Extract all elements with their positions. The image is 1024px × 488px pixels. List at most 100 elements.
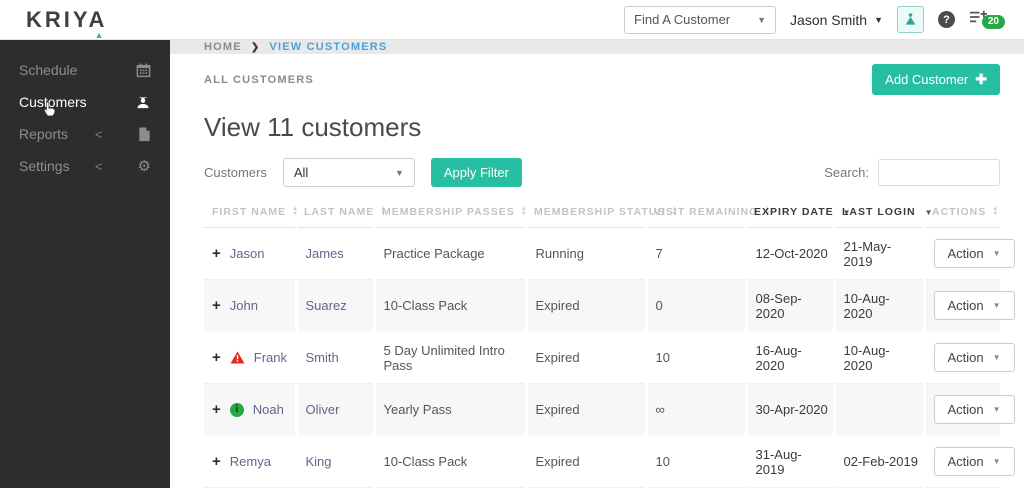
report-icon	[138, 126, 151, 142]
action-button[interactable]: Action ▼	[933, 395, 1015, 424]
sidebar-item-schedule[interactable]: Schedule	[0, 54, 170, 86]
chevron-down-icon: ▼	[992, 457, 1001, 466]
expand-row-icon[interactable]: +	[212, 349, 221, 366]
last-login	[832, 383, 924, 436]
table-row: + Jason James Practice Package Running 7…	[204, 227, 1015, 280]
user-name: Jason Smith	[790, 11, 868, 28]
add-customer-button[interactable]: Add Customer ✚	[872, 64, 1000, 95]
first-name[interactable]: John	[230, 298, 258, 313]
header-actions[interactable]: ACTIONS ▲ ▼	[932, 206, 998, 218]
apply-filter-button[interactable]: Apply Filter	[430, 158, 522, 187]
visits-remaining: 7	[644, 227, 746, 280]
last-name[interactable]: Oliver	[306, 402, 340, 417]
membership-pass: Yearly Pass	[372, 383, 526, 436]
breadcrumb-home[interactable]: HOME	[204, 41, 242, 53]
customers-filter-select[interactable]: All ▼	[282, 158, 415, 187]
table-row: + Remya King 10-Class Pack Expired 10 31…	[204, 435, 1015, 488]
notification-badge: 20	[981, 14, 1005, 29]
membership-status: Expired	[524, 279, 646, 332]
visits-remaining: 10	[644, 435, 746, 488]
membership-status: Expired	[524, 331, 646, 384]
last-name[interactable]: Smith	[306, 350, 339, 365]
visits-remaining: 0	[644, 279, 746, 332]
expiry-date: 08-Sep-2020	[744, 279, 834, 332]
membership-status: Expired	[524, 383, 646, 436]
first-name[interactable]: Jason	[230, 246, 265, 261]
sidebar-item-settings[interactable]: Settings < ⚙	[0, 150, 170, 182]
meditation-icon-button[interactable]	[897, 6, 924, 33]
info-icon: i	[229, 402, 244, 417]
membership-status: Expired	[524, 435, 646, 488]
sidebar-item-reports[interactable]: Reports <	[0, 118, 170, 150]
header-first-name[interactable]: FIRST NAME ▲ ▼	[212, 206, 298, 218]
last-name[interactable]: King	[306, 454, 332, 469]
sidebar-item-label: Settings	[19, 158, 70, 174]
action-button[interactable]: Action ▼	[933, 447, 1015, 476]
last-login: 21-May-2019	[832, 227, 924, 280]
expand-row-icon[interactable]: +	[212, 297, 221, 314]
expiry-date: 12-Oct-2020	[744, 227, 834, 280]
user-menu[interactable]: Jason Smith ▼	[790, 12, 883, 28]
sort-icon: ▲ ▼	[992, 206, 1000, 217]
header-last-name[interactable]: LAST NAME ▲ ▼	[304, 206, 386, 218]
visits-remaining: 10	[644, 331, 746, 384]
action-button[interactable]: Action ▼	[933, 239, 1015, 268]
action-button[interactable]: Action ▼	[933, 343, 1015, 372]
action-button[interactable]: Action ▼	[933, 291, 1015, 320]
expiry-date: 30-Apr-2020	[744, 383, 834, 436]
first-name[interactable]: Frank	[254, 350, 287, 365]
logo-text: KRIYA	[26, 6, 108, 32]
help-icon[interactable]: ?	[938, 11, 955, 28]
last-name[interactable]: Suarez	[306, 298, 347, 313]
chevron-collapse-icon: <	[95, 126, 103, 142]
header-expiry-date[interactable]: EXPIRY DATE ▼	[754, 206, 851, 218]
expand-row-icon[interactable]: +	[212, 401, 221, 418]
expand-row-icon[interactable]: +	[212, 453, 221, 470]
sidebar-item-label: Reports	[19, 126, 69, 142]
membership-pass: 10-Class Pack	[372, 435, 526, 488]
chevron-right-icon: ❯	[250, 41, 261, 53]
membership-pass: Practice Package	[372, 227, 526, 280]
sidebar-item-label: Schedule	[19, 62, 78, 78]
sort-icon: ▲ ▼	[520, 206, 528, 217]
add-customer-label: Add Customer	[885, 72, 969, 87]
last-login: 10-Aug-2020	[832, 331, 924, 384]
customers-icon	[135, 95, 151, 110]
header-last-login[interactable]: LAST LOGIN ▼	[842, 206, 933, 218]
sidebar: Schedule Customers Reports < Settings < …	[0, 40, 170, 488]
first-name[interactable]: Remya	[230, 454, 271, 469]
plus-icon: ✚	[975, 71, 987, 87]
expiry-date: 31-Aug-2019	[744, 435, 834, 488]
visits-remaining: ∞	[644, 383, 746, 436]
search-label: Search:	[824, 165, 869, 180]
first-name[interactable]: Noah	[253, 402, 284, 417]
header-membership-passes[interactable]: MEMBERSHIP PASSES ▲ ▼	[382, 206, 527, 218]
find-customer-label: Find A Customer	[634, 12, 731, 27]
breadcrumb: HOME ❯ VIEW CUSTOMERS	[170, 40, 1024, 54]
table-row: + Frank Smith 5 Day Unlimited Intro Pass…	[204, 331, 1015, 384]
kriya-logo: KRIYA ▲	[26, 6, 108, 40]
section-label: ALL CUSTOMERS	[204, 74, 314, 86]
expiry-date: 16-Aug-2020	[744, 331, 834, 384]
filter-selected-option: All	[293, 165, 309, 180]
table-row: + i Noah Oliver Yearly Pass Expired ∞ 30…	[204, 383, 1015, 436]
sidebar-item-customers[interactable]: Customers	[0, 86, 170, 118]
last-login: 02-Feb-2019	[832, 435, 924, 488]
header-visit-remaining[interactable]: VISIT REMAINING ▲ ▼	[654, 206, 770, 218]
calendar-icon	[136, 62, 151, 78]
logo-caret-icon: ▲	[94, 29, 107, 40]
breadcrumb-current: VIEW CUSTOMERS	[269, 41, 388, 53]
expand-row-icon[interactable]: +	[212, 245, 221, 262]
find-customer-select[interactable]: Find A Customer ▼	[624, 5, 777, 34]
customers-filter-label: Customers	[204, 165, 267, 180]
last-name[interactable]: James	[306, 246, 344, 261]
chevron-down-icon: ▼	[874, 14, 883, 25]
membership-pass: 5 Day Unlimited Intro Pass	[372, 331, 526, 384]
header-membership-status[interactable]: MEMBERSHIP STATUS ▲ ▼	[534, 206, 677, 218]
search-input[interactable]	[878, 159, 1000, 186]
membership-status: Running	[524, 227, 646, 280]
notifications-button[interactable]: 20	[969, 10, 1005, 30]
membership-pass: 10-Class Pack	[372, 279, 526, 332]
meditation-icon	[905, 13, 916, 25]
gear-icon: ⚙	[137, 158, 151, 175]
